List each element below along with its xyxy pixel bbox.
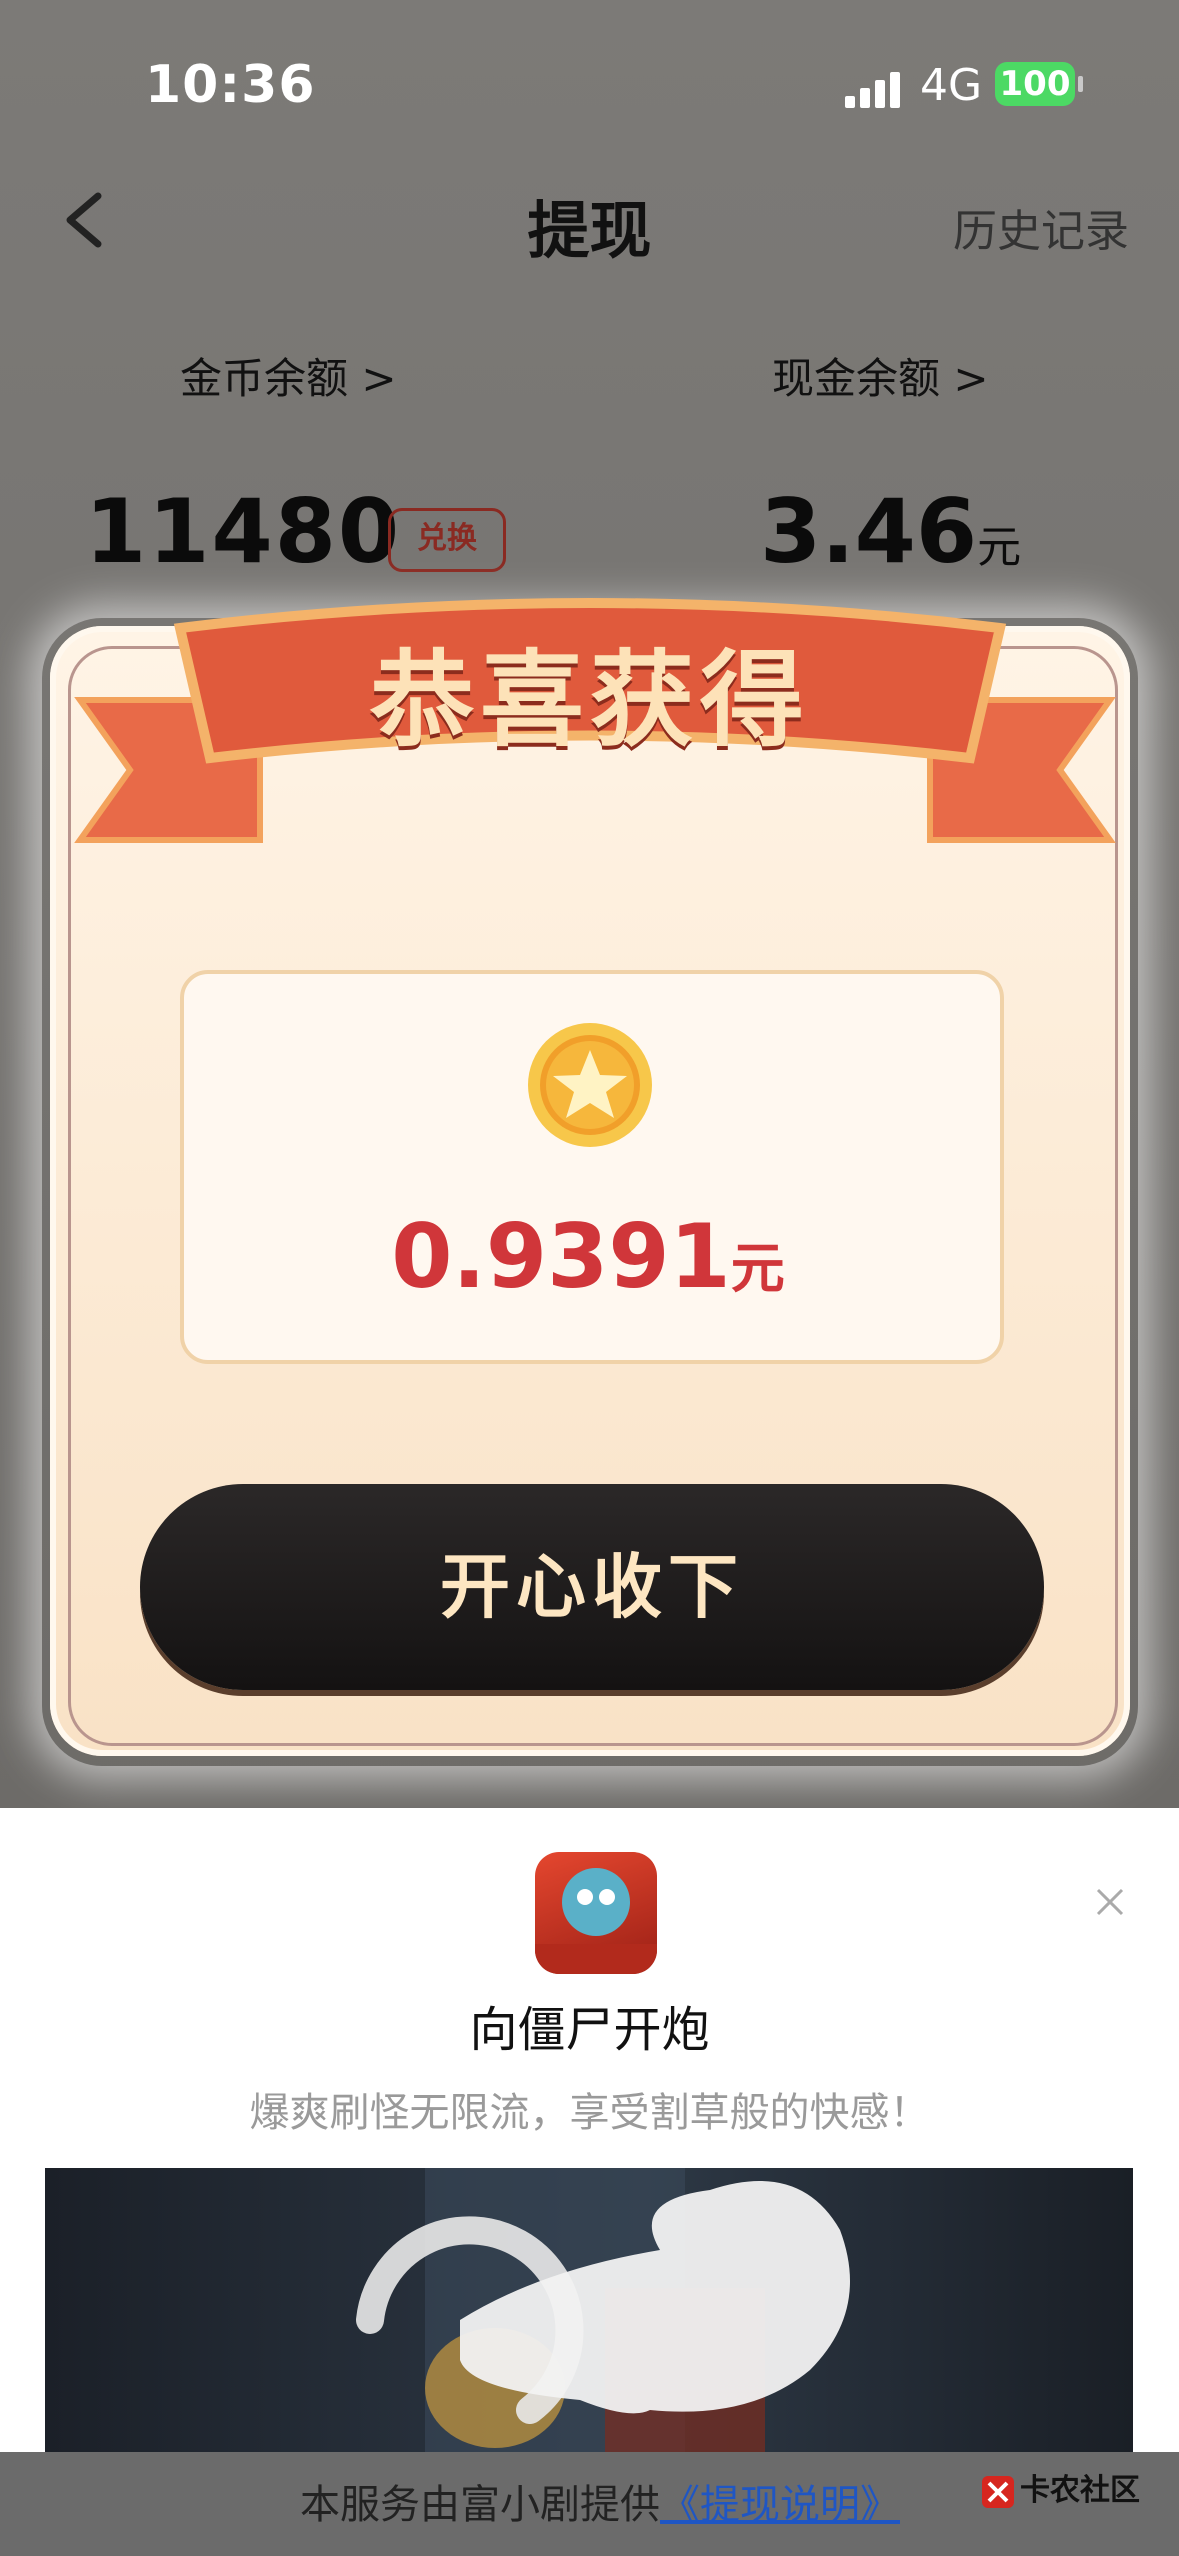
- pointing-hand-icon: [356, 2181, 850, 2424]
- cash-balance-value: 3.46元: [760, 480, 1021, 583]
- history-link[interactable]: 历史记录: [953, 195, 1129, 259]
- app-icon[interactable]: [535, 1852, 657, 1974]
- coin-balance-link[interactable]: 金币余额 >: [180, 345, 397, 406]
- watermark: 卡农社区: [980, 2465, 1140, 2510]
- network-type: 4G: [920, 60, 983, 111]
- cash-balance-link[interactable]: 现金余额 >: [772, 345, 989, 406]
- watermark-logo-icon: [982, 2475, 1014, 2508]
- status-time: 10:36: [145, 55, 316, 115]
- cash-unit: 元: [977, 522, 1022, 573]
- withdraw-instructions-link[interactable]: 《提现说明》: [660, 2472, 900, 2530]
- zombie-icon: [535, 1868, 657, 1974]
- reward-unit: 元: [730, 1237, 785, 1300]
- close-icon[interactable]: [1092, 1884, 1128, 1920]
- coin-balance-value: 11480: [85, 480, 402, 583]
- signal-icon: [845, 68, 905, 108]
- watermark-text: 卡农社区: [1020, 2473, 1140, 2508]
- modal-title: 恭喜获得: [369, 639, 810, 761]
- cash-amount: 3.46: [760, 480, 978, 583]
- reward-value: 0.9391: [391, 1205, 731, 1308]
- gold-coin-icon: [528, 1023, 652, 1147]
- ad-app-name: 向僵尸开炮: [469, 2002, 710, 2058]
- exchange-button[interactable]: 兑换: [388, 508, 506, 572]
- accept-button[interactable]: 开心收下: [140, 1484, 1044, 1690]
- battery-icon: 100: [995, 62, 1083, 106]
- reward-amount: 0.9391元: [180, 1205, 996, 1308]
- footer-text: 本服务由富小剧提供: [300, 2482, 660, 2528]
